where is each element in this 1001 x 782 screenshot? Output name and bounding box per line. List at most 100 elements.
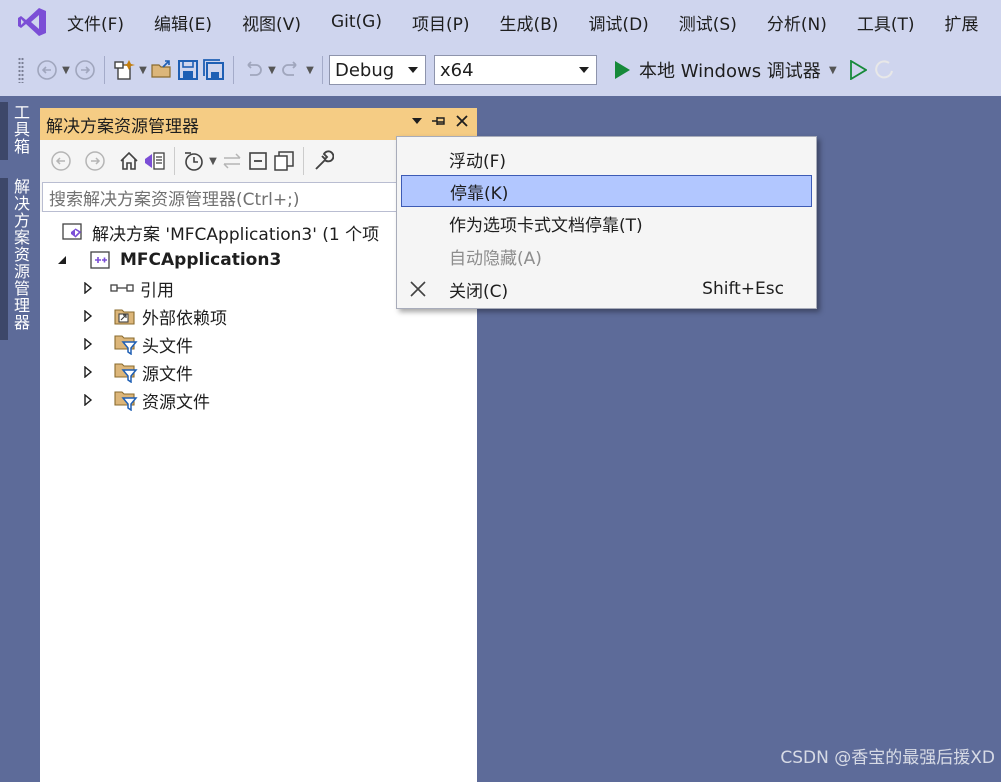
toolbox-tab[interactable]: 工具箱 bbox=[9, 104, 31, 155]
new-project-dropdown-icon[interactable]: ▼ bbox=[137, 65, 149, 76]
menu-edit[interactable]: 编辑(E) bbox=[139, 10, 227, 35]
switch-views-button[interactable] bbox=[142, 148, 168, 174]
redo-button[interactable] bbox=[278, 57, 304, 83]
expanded-triangle-icon[interactable] bbox=[56, 255, 68, 265]
se-back-button[interactable] bbox=[48, 148, 74, 174]
open-file-button[interactable] bbox=[149, 57, 175, 83]
save-all-icon bbox=[203, 59, 224, 80]
watermark: CSDN @香宝的最强后援XD bbox=[780, 748, 995, 768]
platform-select[interactable]: x64 bbox=[434, 55, 597, 85]
show-all-files-button[interactable] bbox=[271, 148, 297, 174]
run-dropdown-icon[interactable]: ▼ bbox=[827, 65, 839, 76]
collapsed-triangle-icon[interactable] bbox=[82, 366, 94, 378]
platform-value: x64 bbox=[440, 59, 474, 81]
tree-item-label: 资源文件 bbox=[142, 392, 210, 413]
back-arrow-icon bbox=[37, 60, 57, 80]
toolbar-separator bbox=[233, 56, 234, 84]
new-project-button[interactable] bbox=[111, 57, 137, 83]
menu-file[interactable]: 文件(F) bbox=[52, 10, 139, 35]
se-forward-button[interactable] bbox=[82, 148, 108, 174]
forward-arrow-icon bbox=[85, 151, 105, 171]
panel-title: 解决方案资源管理器 bbox=[46, 116, 199, 137]
menu-tools[interactable]: 工具(T) bbox=[842, 10, 930, 35]
menu-item-close[interactable]: 关闭(C) Shift+Esc bbox=[401, 273, 812, 305]
menu-project[interactable]: 项目(P) bbox=[397, 10, 485, 35]
menu-debug[interactable]: 调试(D) bbox=[573, 10, 663, 35]
filter-dropdown-icon[interactable]: ▼ bbox=[207, 156, 219, 167]
show-all-files-icon bbox=[274, 151, 294, 171]
menu-item-auto-hide: 自动隐藏(A) bbox=[401, 240, 812, 272]
start-debugging-button[interactable]: 本地 Windows 调试器 bbox=[613, 57, 821, 83]
toolbar-separator bbox=[104, 56, 105, 84]
standard-toolbar: ▼ ▼ ▼ ▼ Debug x64 本地 Windows 调试器 ▼ bbox=[0, 44, 1001, 96]
close-icon[interactable] bbox=[455, 114, 469, 128]
menu-item-shortcut: Shift+Esc bbox=[702, 279, 784, 299]
save-button[interactable] bbox=[175, 57, 201, 83]
tree-item-label: 外部依赖项 bbox=[142, 308, 227, 329]
menu-item-float[interactable]: 浮动(F) bbox=[401, 143, 812, 175]
tree-item-label: 头文件 bbox=[142, 336, 193, 357]
menu-item-label: 关闭(C) bbox=[449, 281, 509, 302]
search-placeholder: 搜索解决方案资源管理器(Ctrl+;) bbox=[49, 189, 300, 210]
menu-item-dock[interactable]: 停靠(K) bbox=[401, 175, 812, 207]
menu-item-dock-as-tabbed-document[interactable]: 作为选项卡式文档停靠(T) bbox=[401, 207, 812, 239]
menu-test[interactable]: 测试(S) bbox=[664, 10, 752, 35]
tree-item-header-files[interactable]: 头文件 bbox=[40, 330, 477, 358]
save-all-button[interactable] bbox=[201, 57, 227, 83]
menu-git[interactable]: Git(G) bbox=[316, 12, 397, 32]
navigate-back-button[interactable] bbox=[34, 57, 60, 83]
home-icon bbox=[120, 151, 138, 170]
hot-reload-icon bbox=[874, 60, 893, 79]
menu-build[interactable]: 生成(B) bbox=[485, 10, 574, 35]
visual-studio-logo-icon[interactable] bbox=[16, 6, 48, 38]
configuration-value: Debug bbox=[335, 59, 395, 81]
undo-icon bbox=[247, 61, 262, 76]
collapse-all-icon bbox=[249, 152, 267, 170]
properties-button[interactable] bbox=[310, 148, 336, 174]
configuration-select[interactable]: Debug bbox=[329, 55, 426, 85]
solution-icon bbox=[62, 223, 82, 240]
hot-reload-button[interactable] bbox=[871, 57, 897, 83]
collapse-all-button[interactable] bbox=[245, 148, 271, 174]
navigate-forward-button[interactable] bbox=[72, 57, 98, 83]
pending-changes-filter-button[interactable] bbox=[181, 148, 207, 174]
sync-arrows-icon bbox=[223, 153, 241, 169]
menu-analyze[interactable]: 分析(N) bbox=[752, 10, 842, 35]
menu-item-label: 自动隐藏(A) bbox=[449, 248, 542, 269]
home-button[interactable] bbox=[116, 148, 142, 174]
start-without-debugging-button[interactable] bbox=[845, 57, 871, 83]
solution-explorer-tab[interactable]: 解决方案资源管理器 bbox=[9, 178, 31, 331]
sync-with-active-document-button[interactable] bbox=[219, 148, 245, 174]
undo-dropdown-icon[interactable]: ▼ bbox=[266, 65, 278, 76]
menu-extensions[interactable]: 扩展 bbox=[930, 10, 994, 35]
window-position-context-menu: 浮动(F) 停靠(K) 作为选项卡式文档停靠(T) 自动隐藏(A) 关闭(C) … bbox=[396, 136, 817, 309]
play-icon bbox=[615, 61, 630, 79]
left-tool-tabs: 工具箱 解决方案资源管理器 bbox=[0, 96, 40, 776]
tree-item-resource-files[interactable]: 资源文件 bbox=[40, 386, 477, 414]
filter-folder-icon bbox=[114, 363, 138, 383]
undo-button[interactable] bbox=[240, 57, 266, 83]
collapsed-triangle-icon[interactable] bbox=[82, 282, 94, 294]
menu-item-label: 浮动(F) bbox=[449, 151, 507, 172]
collapsed-triangle-icon[interactable] bbox=[82, 394, 94, 406]
switch-views-icon bbox=[145, 152, 165, 170]
toolbar-grip[interactable] bbox=[18, 57, 24, 83]
collapsed-triangle-icon[interactable] bbox=[82, 338, 94, 350]
menu-item-label: 停靠(K) bbox=[450, 183, 509, 204]
wrench-icon bbox=[315, 150, 334, 170]
window-position-dropdown-icon[interactable] bbox=[411, 115, 423, 127]
menu-item-label: 作为选项卡式文档停靠(T) bbox=[449, 215, 643, 236]
tree-item-label: 源文件 bbox=[142, 364, 193, 385]
chevron-down-icon bbox=[408, 67, 418, 73]
close-icon bbox=[410, 281, 426, 297]
redo-dropdown-icon[interactable]: ▼ bbox=[304, 65, 316, 76]
cpp-project-icon bbox=[90, 251, 110, 269]
tree-item-source-files[interactable]: 源文件 bbox=[40, 358, 477, 386]
pin-icon[interactable] bbox=[431, 114, 447, 128]
collapsed-triangle-icon[interactable] bbox=[82, 310, 94, 322]
toolbox-tab-indicator bbox=[0, 102, 8, 160]
filter-folder-icon bbox=[114, 391, 138, 411]
menu-view[interactable]: 视图(V) bbox=[227, 10, 316, 35]
back-dropdown-icon[interactable]: ▼ bbox=[60, 65, 72, 76]
forward-arrow-icon bbox=[75, 60, 95, 80]
